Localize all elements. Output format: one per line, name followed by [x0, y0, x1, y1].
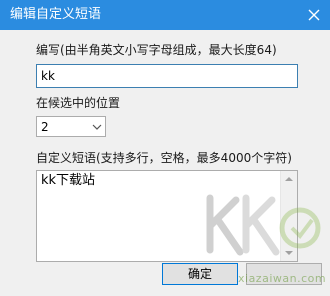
- chevron-down-icon: [92, 124, 102, 130]
- title-bar[interactable]: 编辑自定义短语: [0, 0, 330, 30]
- close-icon: [308, 9, 320, 21]
- scroll-up-button[interactable]: [281, 171, 297, 187]
- position-select-value: 2: [41, 120, 49, 134]
- edit-phrase-dialog: 编辑自定义短语 编写(由半角英文小写字母组成，最大长度64) 在候选中的位置 2…: [0, 0, 330, 296]
- scroll-down-button[interactable]: [281, 245, 297, 261]
- phrase-textarea-content: kk下载站: [41, 173, 96, 188]
- code-label: 编写(由半角英文小写字母组成，最大长度64): [36, 43, 277, 57]
- code-input[interactable]: [36, 64, 298, 88]
- position-label: 在候选中的位置: [36, 96, 121, 110]
- scroll-down-arrow-icon: [285, 251, 293, 255]
- cancel-button[interactable]: [246, 263, 322, 285]
- close-button[interactable]: [298, 0, 330, 30]
- ok-button[interactable]: 确定: [162, 263, 238, 285]
- dialog-body: 编写(由半角英文小写字母组成，最大长度64) 在候选中的位置 2 自定义短语(支…: [0, 30, 330, 296]
- vertical-scrollbar[interactable]: [280, 171, 297, 261]
- scroll-up-arrow-icon: [285, 177, 293, 181]
- phrase-textarea[interactable]: kk下载站: [36, 170, 298, 262]
- window-title: 编辑自定义短语: [10, 7, 102, 22]
- position-select[interactable]: 2: [36, 116, 106, 137]
- phrase-label: 自定义短语(支持多行，空格，最多4000个字符): [36, 151, 292, 165]
